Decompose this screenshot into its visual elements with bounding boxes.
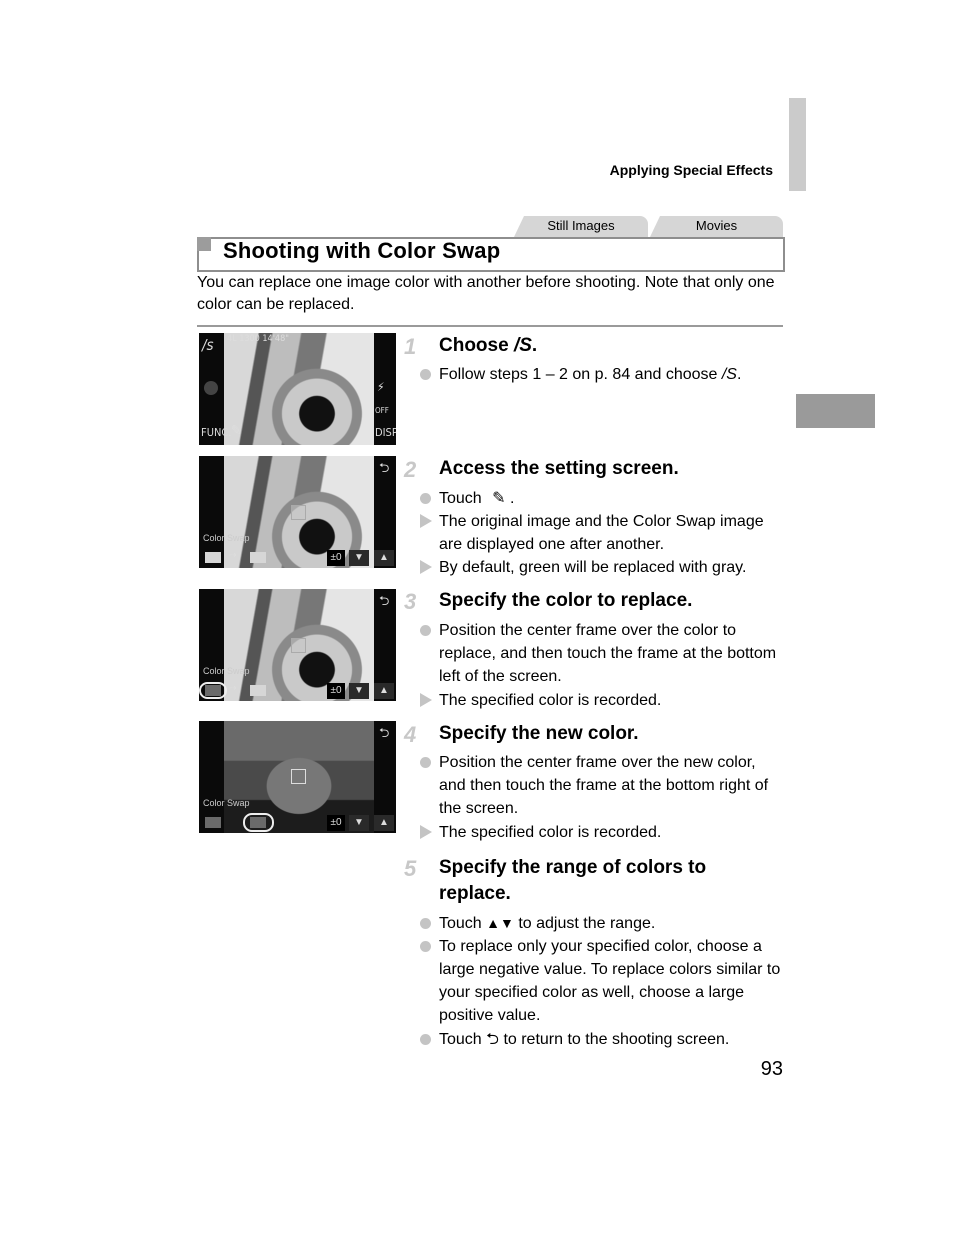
eyedropper-icon: ✎	[492, 490, 506, 507]
result-arrow-icon	[420, 693, 432, 707]
range-value: ±0	[327, 550, 345, 566]
range-up-button[interactable]: ▲	[374, 815, 394, 831]
step-title: Specify the range of colors to replace.	[439, 857, 707, 904]
range-down-button[interactable]: ▼	[349, 550, 369, 566]
camera-screen-color-swap-target: ⮌ Color Swap ±0 ▼ ▲	[199, 721, 396, 833]
heading-corner-marker	[197, 237, 211, 251]
highlight-ring	[243, 813, 274, 832]
target-color-frame[interactable]	[250, 685, 266, 696]
func-button[interactable]: FUNC.	[201, 426, 231, 439]
result-arrow-icon	[420, 825, 432, 839]
step-number: 1	[404, 334, 417, 359]
result-arrow-icon	[420, 514, 432, 528]
step-title: Specify the color to replace.	[439, 590, 693, 611]
center-frame	[291, 505, 306, 520]
step-title: Specify the new color.	[439, 723, 639, 744]
bullet-dot-icon	[420, 941, 431, 952]
color-swap-label: Color Swap	[203, 798, 250, 808]
step-number: 3	[404, 589, 417, 614]
bullet-dot-icon	[420, 369, 431, 380]
step-number: 2	[404, 457, 417, 482]
bullet-dot-icon	[420, 757, 431, 768]
step-number: 5	[404, 856, 417, 881]
range-up-button[interactable]: ▲	[374, 683, 394, 699]
arrow-icon: ⇢	[229, 683, 237, 694]
return-icon[interactable]: ⮌	[379, 592, 389, 614]
page-number: 93	[760, 1058, 783, 1080]
return-icon[interactable]: ⮌	[379, 724, 389, 746]
step-result: The original image and the Color Swap im…	[420, 510, 784, 556]
result-arrow-icon	[420, 560, 432, 574]
highlight-ring	[199, 682, 227, 699]
bullet-dot-icon	[420, 493, 431, 504]
off-icon[interactable]: OFF	[375, 406, 389, 415]
range-value: ±0	[327, 815, 345, 831]
range-down-button[interactable]: ▼	[349, 815, 369, 831]
step-bullet: Touch ✎ .	[420, 487, 784, 510]
bullet-dot-icon	[420, 1034, 431, 1045]
step-bullet: Touch ⮌ to return to the shooting screen…	[420, 1028, 784, 1051]
up-down-arrows-icon: ▲▼	[486, 915, 514, 931]
step-bullet: To replace only your specified color, ch…	[420, 935, 784, 1027]
step-bullet: Touch ▲▼ to adjust the range.	[420, 912, 784, 935]
step-number: 4	[404, 722, 417, 747]
target-color-frame[interactable]	[250, 552, 266, 563]
section-title: Shooting with Color Swap	[223, 238, 501, 263]
shutter-button[interactable]	[204, 381, 218, 395]
running-head: Applying Special Effects	[609, 162, 773, 178]
center-frame	[291, 769, 306, 784]
camera-screen-color-swap-source: ⮌ Color Swap ⇢ ±0 ▼ ▲	[199, 589, 396, 701]
range-up-button[interactable]: ▲	[374, 550, 394, 566]
divider	[197, 325, 783, 327]
color-swap-label: Color Swap	[203, 666, 250, 676]
return-icon[interactable]: ⮌	[379, 459, 389, 481]
camera-screen-shooting: /s 4L 1300 14'48" FUNC. ✎ ⚡ OFF DISP.	[199, 333, 396, 445]
step-result: By default, green will be replaced with …	[420, 556, 784, 579]
return-icon: ⮌	[486, 1031, 499, 1048]
range-down-button[interactable]: ▼	[349, 683, 369, 699]
color-swap-label: Color Swap	[203, 533, 250, 543]
intro-text: You can replace one image color with ano…	[197, 274, 775, 313]
step-title: Access the setting screen.	[439, 458, 679, 479]
color-swap-mode-icon: /S	[721, 366, 737, 383]
bullet-dot-icon	[420, 918, 431, 929]
source-color-frame[interactable]	[205, 552, 221, 563]
step-bullet: Follow steps 1 – 2 on p. 84 and choose /…	[420, 363, 784, 386]
step-result: The specified color is recorded.	[420, 821, 784, 844]
disp-button[interactable]: DISP.	[375, 426, 396, 439]
chapter-tab-marker	[796, 394, 875, 428]
bullet-dot-icon	[420, 625, 431, 636]
camera-screen-color-swap: ⮌ Color Swap ⇢ ±0 ▼ ▲	[199, 456, 396, 568]
tab-still-images: Still Images	[514, 216, 648, 237]
eyedropper-icon[interactable]: ✎	[231, 423, 242, 439]
step-bullet: Position the center frame over the color…	[420, 619, 784, 688]
color-swap-mode-icon[interactable]: /s	[202, 336, 214, 354]
step-result: The specified color is recorded.	[420, 689, 784, 712]
source-color-frame[interactable]	[205, 817, 221, 828]
color-swap-mode-icon: /S	[513, 335, 532, 356]
flash-icon[interactable]: ⚡	[377, 380, 385, 394]
arrow-icon: ⇢	[229, 550, 237, 561]
step-title: Choose /S.	[439, 333, 784, 359]
status-readout: 4L 1300 14'48"	[227, 334, 289, 344]
screen-photo-sunflower	[224, 333, 374, 445]
step-bullet: Position the center frame over the new c…	[420, 751, 784, 820]
tab-movies: Movies	[650, 216, 783, 237]
center-frame	[291, 638, 306, 653]
section-tab-marker	[789, 98, 806, 191]
range-value: ±0	[327, 683, 345, 699]
